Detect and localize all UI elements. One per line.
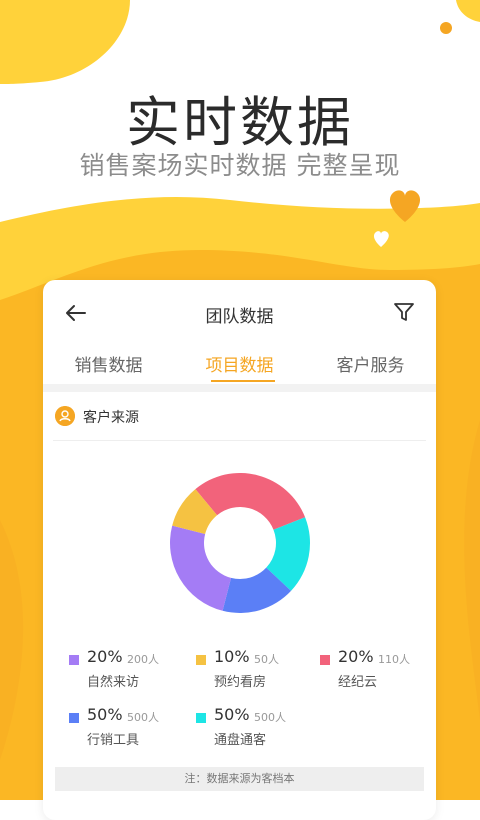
donut-slice [170, 525, 232, 611]
legend-label: 预约看房 [214, 675, 267, 690]
tab-project-data[interactable]: 项目数据 [174, 351, 305, 376]
tab-customer-service[interactable]: 客户服务 [305, 351, 436, 376]
legend-count: 200人 [127, 653, 159, 666]
legend-item: 10% 50人 预约看房 [196, 647, 316, 697]
divider [43, 384, 436, 392]
section-header: 客户来源 [53, 404, 426, 441]
legend-label: 自然来访 [87, 675, 140, 690]
legend-item: 50% 500人 通盘通客 [196, 705, 316, 755]
tab-sales-data[interactable]: 销售数据 [43, 351, 174, 376]
card-topbar: 团队数据 [43, 280, 436, 346]
legend-swatch [196, 713, 206, 723]
funnel-icon[interactable] [392, 300, 416, 324]
legend-percent: 10% [214, 647, 250, 666]
data-source-note: 注：数据来源为客档本 [55, 767, 424, 791]
legend-item: 20% 110人 经纪云 [320, 647, 436, 697]
donut-slice [195, 473, 306, 530]
legend-swatch [69, 655, 79, 665]
legend-percent: 50% [87, 705, 123, 724]
legend-count: 50人 [254, 653, 279, 666]
legend-label: 通盘通客 [214, 733, 267, 748]
section-title: 客户来源 [83, 410, 139, 426]
legend-label: 行销工具 [87, 733, 140, 748]
tab-bar: 销售数据 项目数据 客户服务 [43, 346, 436, 384]
legend-label: 经纪云 [338, 675, 378, 690]
legend-percent: 20% [87, 647, 123, 666]
legend-item: 20% 200人 自然来访 [69, 647, 189, 697]
team-data-card: 团队数据 销售数据 项目数据 客户服务 客户来源 20% 200人 自然来访 1… [43, 280, 436, 820]
user-icon [55, 406, 75, 426]
legend-count: 500人 [254, 711, 286, 724]
legend-swatch [320, 655, 330, 665]
legend-item: 50% 500人 行销工具 [69, 705, 189, 755]
legend-count: 500人 [127, 711, 159, 724]
hero-subtitle: 销售案场实时数据 完整呈现 [79, 151, 401, 180]
card-title: 团队数据 [205, 307, 274, 327]
active-tab-indicator [211, 380, 275, 382]
legend-percent: 20% [338, 647, 374, 666]
legend-count: 110人 [378, 653, 410, 666]
customer-source-donut-chart [170, 473, 310, 613]
legend-percent: 50% [214, 705, 250, 724]
legend-swatch [69, 713, 79, 723]
legend-swatch [196, 655, 206, 665]
